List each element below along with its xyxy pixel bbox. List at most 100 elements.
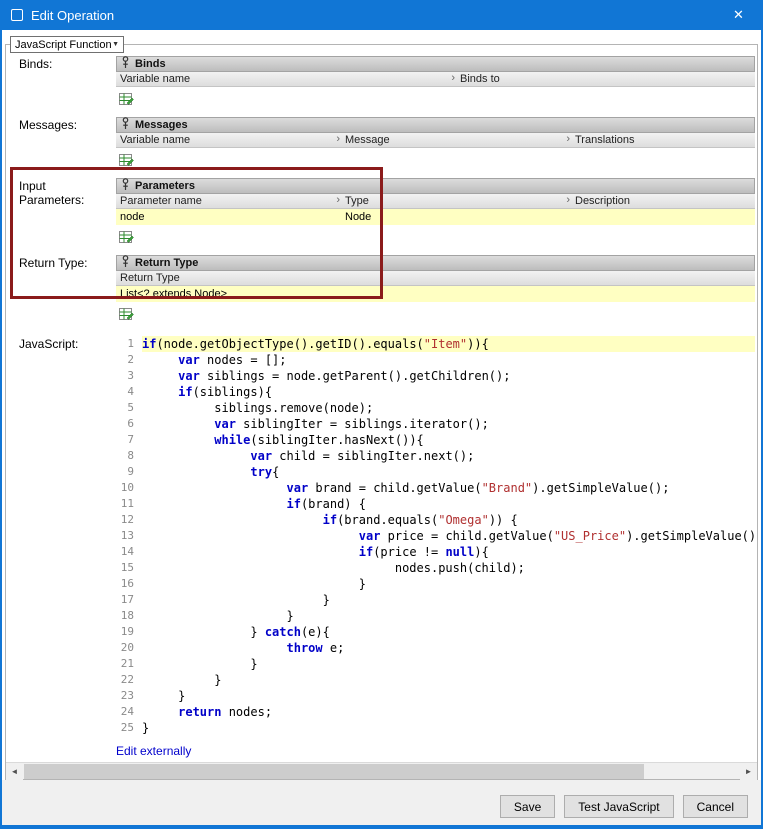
binds-edit-table-button[interactable]	[116, 91, 136, 109]
close-button[interactable]: ✕	[716, 0, 761, 30]
edit-externally-row: Edit externally	[14, 744, 755, 758]
code-line[interactable]: 10 var brand = child.getValue("Brand").g…	[116, 480, 755, 496]
scroll-left-arrow-icon[interactable]: ◄	[6, 762, 23, 780]
code-line[interactable]: 6 var siblingIter = siblings.iterator();	[116, 416, 755, 432]
code-line[interactable]: 11 if(brand) {	[116, 496, 755, 512]
code-line[interactable]: 16 }	[116, 576, 755, 592]
edit-operation-dialog: Edit Operation ✕ JavaScript Function ▼ B…	[0, 0, 763, 829]
line-number: 12	[120, 513, 134, 526]
app-icon	[11, 9, 23, 21]
scroll-right-arrow-icon[interactable]: ►	[740, 762, 757, 780]
function-type-value: JavaScript Function	[15, 38, 112, 51]
code-line-text: }	[142, 577, 366, 591]
code-line-text: var brand = child.getValue("Brand").getS…	[286, 481, 670, 495]
line-number: 17	[120, 593, 134, 606]
parameter-name-cell[interactable]: node	[116, 209, 341, 225]
code-line[interactable]: 17 }	[116, 592, 755, 608]
code-line[interactable]: 14 if(price != null){	[116, 544, 755, 560]
column-header-variable-name[interactable]: Variable name ›	[116, 133, 341, 147]
code-line[interactable]: 7 while(siblingIter.hasNext()){	[116, 432, 755, 448]
column-header-label: Description	[575, 195, 631, 207]
code-line[interactable]: 15 nodes.push(child);	[116, 560, 755, 576]
parameter-type-cell[interactable]: Node	[341, 209, 571, 225]
line-number: 21	[120, 657, 134, 670]
code-line-text: if(price != null){	[358, 545, 489, 559]
code-line[interactable]: 5 siblings.remove(node);	[116, 400, 755, 416]
code-line-text: } catch(e){	[142, 625, 330, 639]
column-header-variable-name[interactable]: Variable name ›	[116, 72, 456, 86]
column-header-type[interactable]: Type ›	[341, 194, 571, 208]
column-header-binds-to[interactable]: Binds to	[456, 72, 755, 86]
column-header-description[interactable]: Description	[571, 194, 755, 208]
return-type-section: Return Type: Return Type Return Type Lis…	[14, 255, 755, 324]
test-javascript-button[interactable]: Test JavaScript	[564, 795, 674, 818]
parameter-description-cell[interactable]	[571, 209, 755, 225]
cancel-button[interactable]: Cancel	[682, 795, 748, 818]
line-number: 4	[127, 385, 134, 398]
column-header-translations[interactable]: Translations	[571, 133, 755, 147]
return-type-value-cell[interactable]: List<? extends Node>	[116, 286, 755, 302]
parameters-section: Input Parameters: Parameters Parameter n…	[14, 178, 755, 247]
parameters-table: Parameters Parameter name › Type › Descr…	[116, 178, 755, 247]
horizontal-scrollbar[interactable]: ◄ ►	[6, 762, 757, 780]
line-number: 11	[120, 497, 134, 510]
messages-table: Messages Variable name › Message › Trans…	[116, 117, 755, 170]
code-line[interactable]: 4 if(siblings){	[116, 384, 755, 400]
save-button[interactable]: Save	[499, 795, 556, 818]
code-line-text: }	[142, 609, 294, 623]
code-line[interactable]: 22 }	[116, 672, 755, 688]
chevron-down-icon: ▼	[112, 41, 119, 48]
code-line-text: }	[142, 593, 330, 607]
parameter-row[interactable]: node Node	[116, 209, 755, 225]
return-type-table: Return Type Return Type List<? extends N…	[116, 255, 755, 324]
messages-edit-table-button[interactable]	[116, 152, 136, 170]
line-number: 18	[120, 609, 134, 622]
line-number: 2	[127, 353, 134, 366]
plug-icon	[121, 117, 130, 133]
line-number: 10	[120, 481, 134, 494]
dialog-button-bar: Save Test JavaScript Cancel	[2, 780, 761, 825]
column-header-parameter-name[interactable]: Parameter name ›	[116, 194, 341, 208]
column-separator-chevron-icon: ›	[336, 133, 340, 145]
code-line[interactable]: 9 try{	[116, 464, 755, 480]
code-editor[interactable]: 1 if(node.getObjectType().getID().equals(…	[116, 336, 755, 736]
parameters-edit-table-button[interactable]	[116, 229, 136, 247]
code-line[interactable]: 24 return nodes;	[116, 704, 755, 720]
code-line[interactable]: 13 var price = child.getValue("US_Price"…	[116, 528, 755, 544]
return-type-row[interactable]: List<? extends Node>	[116, 286, 755, 302]
code-line[interactable]: 20 throw e;	[116, 640, 755, 656]
code-line[interactable]: 23 }	[116, 688, 755, 704]
line-number: 1	[127, 337, 134, 350]
code-line[interactable]: 19 } catch(e){	[116, 624, 755, 640]
code-line[interactable]: 25}	[116, 720, 755, 736]
binds-table-header: Binds	[116, 56, 755, 72]
line-number: 23	[120, 689, 134, 702]
code-line-text: if(brand.equals("Omega")) {	[322, 513, 518, 527]
code-line[interactable]: 21 }	[116, 656, 755, 672]
plug-icon	[121, 178, 130, 194]
code-line-text: throw e;	[286, 641, 345, 655]
code-line[interactable]: 1 if(node.getObjectType().getID().equals(…	[116, 336, 755, 352]
code-line[interactable]: 8 var child = siblingIter.next();	[116, 448, 755, 464]
code-line-text: nodes.push(child);	[142, 561, 525, 575]
code-line[interactable]: 2 var nodes = [];	[116, 352, 755, 368]
column-header-message[interactable]: Message ›	[341, 133, 571, 147]
edit-externally-link[interactable]: Edit externally	[116, 744, 191, 758]
code-line-text: }	[142, 689, 186, 703]
return-type-edit-table-button[interactable]	[116, 306, 136, 324]
code-line[interactable]: 3 var siblings = node.getParent().getChi…	[116, 368, 755, 384]
titlebar: Edit Operation ✕	[2, 0, 761, 30]
column-header-return-type[interactable]: Return Type	[116, 271, 755, 285]
code-line-text: if(brand) {	[286, 497, 366, 511]
code-line[interactable]: 18 }	[116, 608, 755, 624]
code-line-text: if(siblings){	[178, 385, 273, 399]
binds-table: Binds Variable name › Binds to	[116, 56, 755, 109]
line-number: 3	[127, 369, 134, 382]
code-line-text: return nodes;	[178, 705, 273, 719]
line-number: 13	[120, 529, 134, 542]
code-line-text: try{	[250, 465, 280, 479]
code-line[interactable]: 12 if(brand.equals("Omega")) {	[116, 512, 755, 528]
scrollbar-thumb[interactable]	[24, 764, 644, 779]
line-number: 15	[120, 561, 134, 574]
function-type-dropdown[interactable]: JavaScript Function ▼	[10, 36, 124, 53]
